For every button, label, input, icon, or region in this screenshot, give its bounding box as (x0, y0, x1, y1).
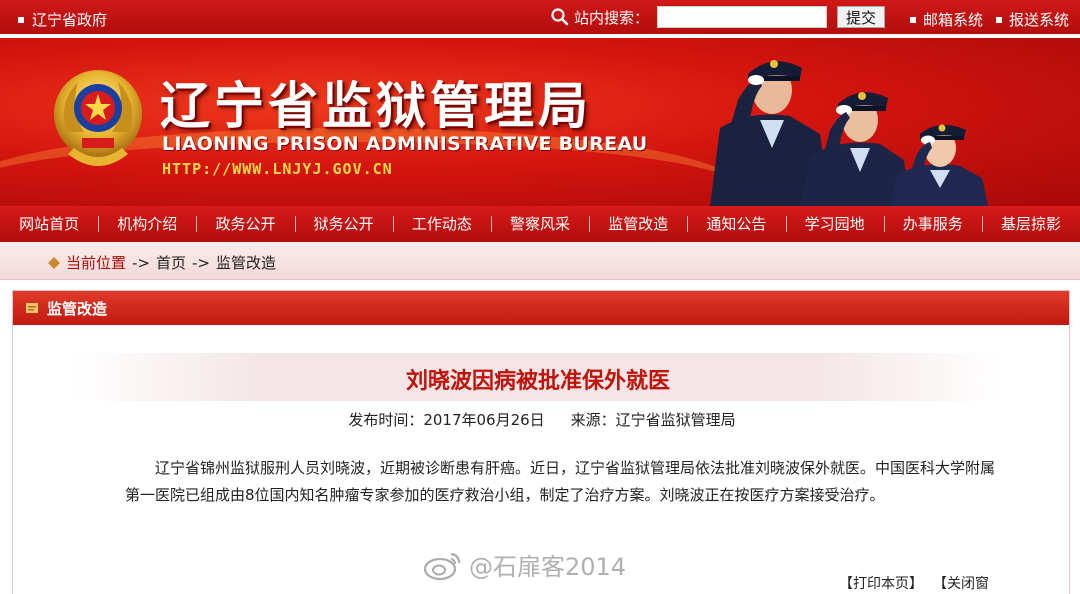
search-icon (551, 8, 569, 26)
nav-item-learning[interactable]: 学习园地 (785, 206, 884, 242)
nav-item-organization[interactable]: 机构介绍 (98, 206, 196, 242)
article-actions: 【打印本页】 【关闭窗 (839, 573, 989, 593)
panel-title: 监管改造 (47, 299, 108, 318)
article-body: 辽宁省锦州监狱服刑人员刘晓波，近期被诊断患有肝癌。近日，辽宁省监狱管理局依法批准… (125, 459, 996, 504)
breadcrumb-home-link[interactable]: 首页 (156, 252, 186, 273)
section-icon (26, 303, 38, 313)
site-banner: 辽宁省监狱管理局 LIAONING PRISON ADMINISTRATIVE … (0, 38, 1080, 206)
report-system-label: 报送系统 (1009, 11, 1070, 29)
breadcrumb: 当前位置 -> 首页 -> 监管改造 (48, 252, 276, 273)
article-title: 刘晓波因病被批准保外就医 (405, 369, 670, 394)
breadcrumb-section-link[interactable]: 监管改造 (216, 252, 276, 273)
diamond-bullet-icon (48, 256, 60, 269)
saluting-officers-image (710, 60, 988, 206)
nav-item-grassroots[interactable]: 基层掠影 (981, 206, 1080, 242)
bullet-icon (18, 16, 24, 23)
weibo-logo-icon (423, 552, 461, 580)
weibo-watermark: @石扉客2014 (423, 547, 626, 582)
bullet-icon (910, 16, 916, 23)
nav-item-government-affairs[interactable]: 政务公开 (196, 206, 294, 242)
site-title-english: LIAONING PRISON ADMINISTRATIVE BUREAU (162, 133, 648, 155)
search-input[interactable] (657, 6, 828, 28)
breadcrumb-separator: -> (192, 253, 210, 272)
close-window-link[interactable]: 【关闭窗 (933, 573, 989, 593)
panel-header: 监管改造 (13, 291, 1069, 325)
search-submit-button[interactable]: 提交 (837, 6, 886, 28)
site-search: 站内搜索： 提交 (550, 6, 886, 28)
bullet-icon (996, 16, 1002, 23)
watermark-text: @石扉客2014 (469, 553, 627, 581)
nav-item-police-style[interactable]: 警察风采 (490, 206, 589, 242)
nav-item-services[interactable]: 办事服务 (883, 206, 982, 242)
breadcrumb-bar: 当前位置 -> 首页 -> 监管改造 (0, 242, 1080, 280)
provincial-government-link[interactable]: 辽宁省政府 (18, 9, 107, 30)
search-label: 站内搜索： (574, 8, 650, 27)
nav-item-work-news[interactable]: 工作动态 (392, 206, 491, 242)
article-source: 来源：辽宁省监狱管理局 (570, 411, 736, 429)
site-title: 辽宁省监狱管理局 (160, 77, 592, 135)
publish-date: 发布时间：2017年06月26日 (348, 411, 545, 429)
top-utility-bar: 辽宁省政府 站内搜索： 提交 邮箱系统 报送系统 (0, 0, 1080, 36)
article-panel: 监管改造 刘晓波因病被批准保外就医 发布时间：2017年06月26日 来源：辽宁省… (12, 290, 1070, 594)
main-navigation: 网站首页 机构介绍 政务公开 狱务公开 工作动态 警察风采 监管改造 通知公告 … (0, 206, 1080, 242)
report-system-link[interactable]: 报送系统 (996, 9, 1069, 30)
nav-item-supervision-reform[interactable]: 监管改造 (589, 206, 687, 242)
breadcrumb-current-label: 当前位置 (66, 254, 127, 272)
mail-system-link[interactable]: 邮箱系统 (910, 9, 983, 30)
provincial-government-label: 辽宁省政府 (32, 11, 108, 29)
breadcrumb-separator: -> (132, 253, 150, 272)
print-page-link[interactable]: 【打印本页】 (839, 573, 923, 593)
nav-item-prison-affairs[interactable]: 狱务公开 (294, 206, 393, 242)
police-emblem-icon (54, 70, 142, 166)
article-title-band: 刘晓波因病被批准保外就医 (73, 353, 1003, 401)
nav-item-home[interactable]: 网站首页 (0, 206, 98, 242)
mail-system-label: 邮箱系统 (923, 11, 984, 29)
nav-item-notices[interactable]: 通知公告 (687, 206, 785, 242)
article-meta: 发布时间：2017年06月26日 来源：辽宁省监狱管理局 (13, 409, 1071, 430)
site-url: HTTP://WWW.LNJYJ.GOV.CN (162, 160, 393, 178)
